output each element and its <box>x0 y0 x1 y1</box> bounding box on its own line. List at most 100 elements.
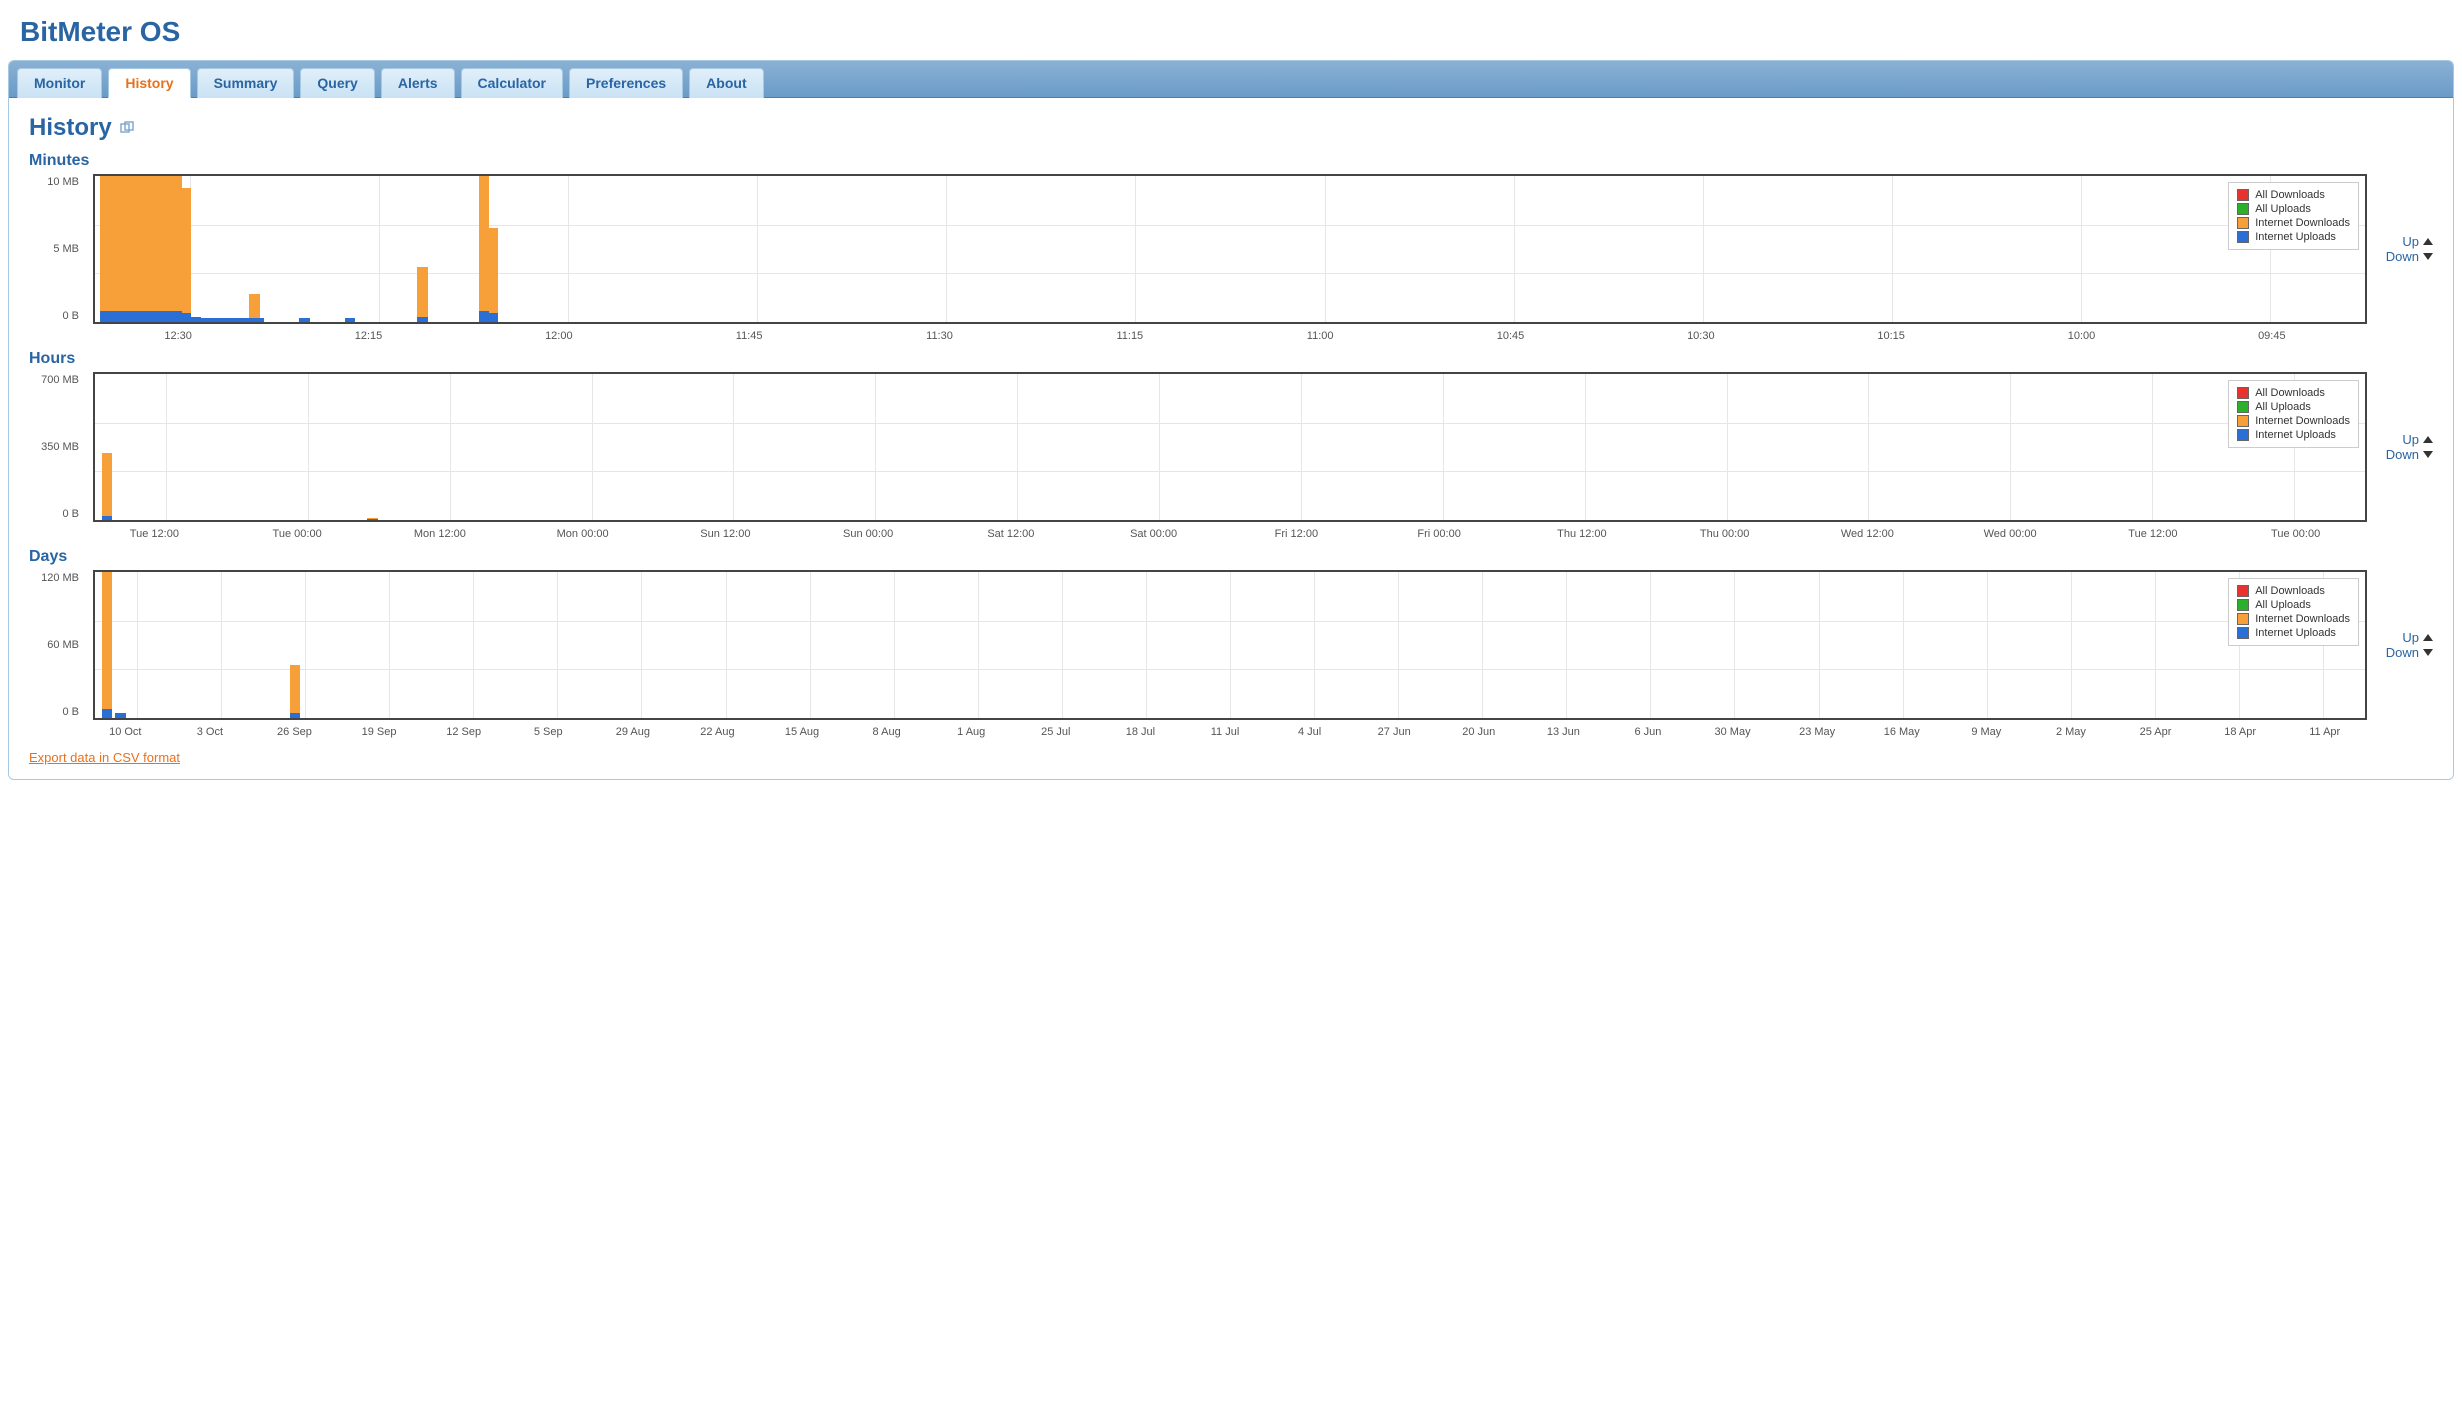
legend-item: All Downloads <box>2237 387 2350 399</box>
x-tick: 6 Jun <box>1634 726 1661 738</box>
tab-calculator[interactable]: Calculator <box>461 68 563 98</box>
legend-item: All Uploads <box>2237 599 2350 611</box>
legend-label: Internet Uploads <box>2255 231 2336 243</box>
tab-alerts[interactable]: Alerts <box>381 68 455 98</box>
x-tick: 18 Jul <box>1126 726 1155 738</box>
tab-preferences[interactable]: Preferences <box>569 68 683 98</box>
legend-swatch <box>2237 203 2249 215</box>
x-tick: 11:15 <box>1116 330 1143 342</box>
legend-label: All Downloads <box>2255 387 2325 399</box>
x-tick: 25 Apr <box>2140 726 2172 738</box>
chart-legend: All Downloads All Uploads Internet Downloa… <box>2228 578 2359 646</box>
legend-item: All Downloads <box>2237 189 2350 201</box>
legend-swatch <box>2237 217 2249 229</box>
down-button-minutes[interactable]: Down <box>2377 249 2433 264</box>
x-tick: 30 May <box>1715 726 1751 738</box>
legend-label: Internet Downloads <box>2255 217 2350 229</box>
triangle-up-icon <box>2423 634 2433 641</box>
x-tick: 12:00 <box>545 330 573 342</box>
x-tick: Mon 00:00 <box>557 528 609 540</box>
triangle-down-icon <box>2423 253 2433 260</box>
tab-query[interactable]: Query <box>300 68 374 98</box>
bar <box>488 228 498 322</box>
tab-about[interactable]: About <box>689 68 763 98</box>
legend-swatch <box>2237 231 2249 243</box>
chart-minutes[interactable]: All Downloads All Uploads Internet Downloa… <box>93 174 2367 324</box>
legend-label: Internet Uploads <box>2255 429 2336 441</box>
chart-days[interactable]: All Downloads All Uploads Internet Downloa… <box>93 570 2367 720</box>
x-tick: 09:45 <box>2258 330 2286 342</box>
section-title-hours: Hours <box>29 350 2433 368</box>
tab-monitor[interactable]: Monitor <box>17 68 102 98</box>
legend-item: Internet Downloads <box>2237 613 2350 625</box>
legend-item: Internet Uploads <box>2237 627 2350 639</box>
x-tick: 10:15 <box>1877 330 1905 342</box>
bar <box>488 313 498 322</box>
x-tick: Tue 12:00 <box>2128 528 2177 540</box>
updown-hours: Up Down <box>2377 432 2433 462</box>
down-button-hours[interactable]: Down <box>2377 447 2433 462</box>
down-label: Down <box>2386 249 2419 264</box>
legend-item: Internet Uploads <box>2237 231 2350 243</box>
down-label: Down <box>2386 447 2419 462</box>
bar <box>102 572 112 718</box>
x-tick: Mon 12:00 <box>414 528 466 540</box>
up-label: Up <box>2402 432 2419 447</box>
x-tick: Wed 12:00 <box>1841 528 1894 540</box>
y-tick: 350 MB <box>41 441 79 453</box>
page-heading: History <box>29 114 2433 142</box>
bar <box>417 267 427 322</box>
legend-swatch <box>2237 387 2249 399</box>
x-tick: Wed 00:00 <box>1984 528 2037 540</box>
popout-icon[interactable] <box>120 121 134 135</box>
x-tick: 8 Aug <box>873 726 901 738</box>
up-button-minutes[interactable]: Up <box>2377 234 2433 249</box>
up-button-days[interactable]: Up <box>2377 630 2433 645</box>
triangle-down-icon <box>2423 649 2433 656</box>
triangle-down-icon <box>2423 451 2433 458</box>
x-tick: 10:30 <box>1687 330 1715 342</box>
x-tick: 12 Sep <box>446 726 481 738</box>
x-tick: 22 Aug <box>700 726 734 738</box>
bar <box>102 453 112 520</box>
x-tick: 15 Aug <box>785 726 819 738</box>
y-tick: 120 MB <box>41 572 79 584</box>
legend-label: Internet Downloads <box>2255 613 2350 625</box>
section-title-minutes: Minutes <box>29 152 2433 170</box>
x-tick: Fri 12:00 <box>1275 528 1318 540</box>
x-tick: 5 Sep <box>534 726 563 738</box>
legend-label: Internet Uploads <box>2255 627 2336 639</box>
y-tick: 0 B <box>62 310 79 322</box>
tab-summary[interactable]: Summary <box>197 68 295 98</box>
triangle-up-icon <box>2423 436 2433 443</box>
y-tick: 10 MB <box>47 176 79 188</box>
chart-hours[interactable]: All DownloadsAll UploadsInternet Downloa… <box>93 372 2367 522</box>
bar <box>102 516 112 520</box>
x-tick: 12:30 <box>164 330 192 342</box>
legend-label: All Uploads <box>2255 203 2311 215</box>
legend-label: All Downloads <box>2255 585 2325 597</box>
tab-history[interactable]: History <box>108 68 190 98</box>
down-button-days[interactable]: Down <box>2377 645 2433 660</box>
main-panel: MonitorHistorySummaryQueryAlertsCalculat… <box>8 60 2454 780</box>
legend-item: All Downloads <box>2237 585 2350 597</box>
bar <box>115 713 125 718</box>
x-tick: 19 Sep <box>362 726 397 738</box>
legend-label: Internet Downloads <box>2255 415 2350 427</box>
x-tick: Sun 12:00 <box>700 528 750 540</box>
legend-item: Internet Downloads <box>2237 415 2350 427</box>
up-button-hours[interactable]: Up <box>2377 432 2433 447</box>
up-label: Up <box>2402 630 2419 645</box>
legend-swatch <box>2237 189 2249 201</box>
x-tick: Tue 00:00 <box>273 528 322 540</box>
bar <box>102 709 112 718</box>
legend-label: All Downloads <box>2255 189 2325 201</box>
export-csv-link[interactable]: Export data in CSV format <box>29 750 180 765</box>
x-tick: Sat 00:00 <box>1130 528 1177 540</box>
bar <box>181 188 191 322</box>
legend-swatch <box>2237 429 2249 441</box>
x-tick: 27 Jun <box>1378 726 1411 738</box>
x-tick: 16 May <box>1884 726 1920 738</box>
y-tick: 700 MB <box>41 374 79 386</box>
x-tick: 11:30 <box>926 330 953 342</box>
